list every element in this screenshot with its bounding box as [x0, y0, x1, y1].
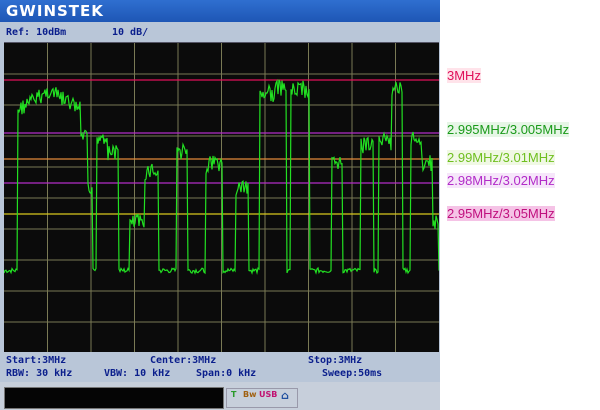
span-value: Span:0 kHz [196, 368, 257, 379]
start-freq: Start:3MHz [6, 355, 67, 366]
usb-icon: USB [259, 390, 278, 399]
label-299-301: 2.99MHz/3.01MHz [447, 150, 555, 165]
analyzer-window: GWINSTEK Ref: 10dBm 10 dB/ Start:3MHz Ce… [0, 0, 440, 410]
sweep-value: Sweep:50ms [322, 368, 383, 379]
home-icon: ⌂ [281, 389, 289, 402]
vbw-value: VBW: 10 kHz [104, 368, 171, 379]
label-2995-3005: 2.995MHz/3.005MHz [447, 122, 570, 137]
label-3mhz: 3MHz [447, 68, 481, 83]
rbw-value: RBW: 30 kHz [6, 368, 73, 379]
ref-level: Ref: 10dBm [6, 27, 67, 38]
stop-freq: Stop:3MHz [308, 355, 363, 366]
info-bar: Ref: 10dBm 10 dB/ [0, 22, 440, 42]
trigger-icon: T [231, 390, 237, 399]
status-icons: T Bw USB ⌂ [226, 388, 298, 408]
spectrum-display [4, 42, 439, 353]
label-298-302: 2.98MHz/3.02MHz [447, 173, 555, 188]
label-295-305: 2.95MHz/3.05MHz [447, 206, 555, 221]
center-freq: Center:3MHz [150, 355, 217, 366]
settings-bar: Start:3MHz Center:3MHz Stop:3MHz RBW: 30… [0, 352, 440, 382]
spectrum-plot [4, 43, 439, 353]
bw-icon: Bw [243, 390, 257, 399]
vertical-scale: 10 dB/ [112, 27, 149, 38]
brand-logo: GWINSTEK [6, 2, 104, 20]
message-area [4, 387, 224, 409]
status-bar: T Bw USB ⌂ [0, 382, 440, 410]
title-bar: GWINSTEK [0, 0, 440, 22]
